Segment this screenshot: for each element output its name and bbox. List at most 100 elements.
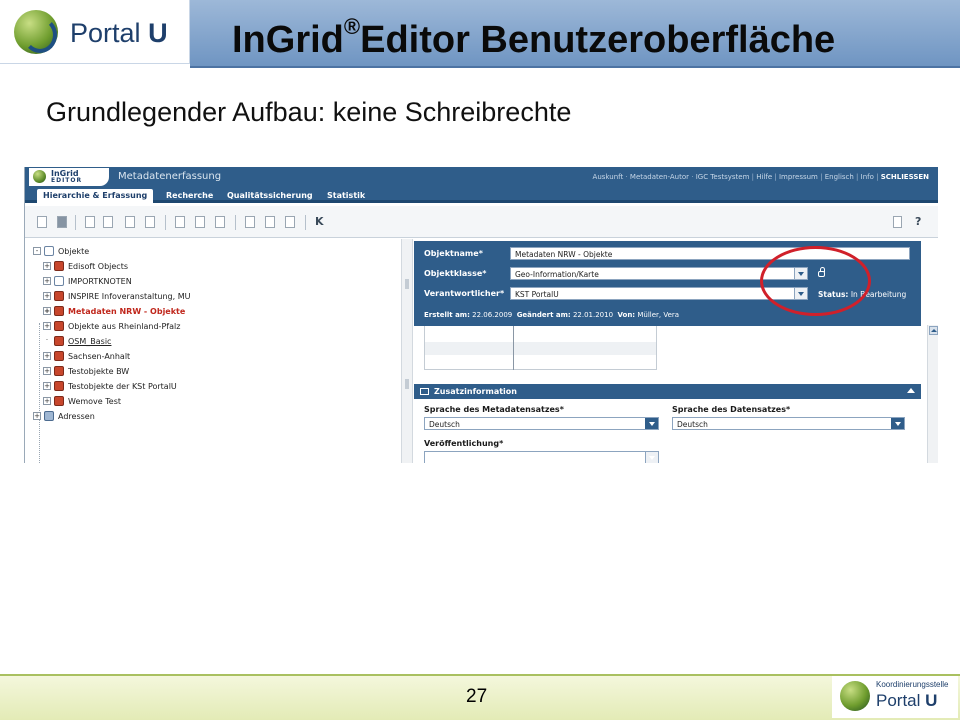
link-igc-testsystem[interactable]: IGC Testsystem bbox=[696, 173, 750, 181]
chevron-down-icon[interactable] bbox=[891, 418, 904, 429]
chevron-down-icon[interactable] bbox=[645, 452, 658, 463]
new-object-icon[interactable] bbox=[37, 216, 47, 228]
document-icon bbox=[44, 246, 54, 256]
app-header: InGrid EDITOR Metadatenerfassung Auskunf… bbox=[25, 167, 938, 187]
final-save-icon[interactable] bbox=[195, 216, 205, 228]
top-links: Auskunft · Metadaten-Autor · IGC Testsys… bbox=[592, 173, 929, 181]
panel-splitter[interactable] bbox=[401, 239, 413, 463]
link-auskunft[interactable]: Auskunft bbox=[593, 173, 624, 181]
objektklasse-label: Objektklasse* bbox=[424, 269, 487, 278]
folder-icon bbox=[54, 381, 64, 391]
splitter-grip bbox=[405, 279, 409, 289]
folder-icon bbox=[54, 261, 64, 271]
splitter-grip bbox=[405, 379, 409, 389]
tree-node[interactable]: + Wemove Test bbox=[43, 394, 121, 408]
folder-icon bbox=[54, 336, 64, 346]
ingrid-editor-logo: InGrid EDITOR bbox=[29, 168, 109, 186]
toolbar-separator bbox=[75, 215, 76, 230]
collapse-icon[interactable] bbox=[907, 388, 915, 393]
link-metadaten-autor[interactable]: Metadaten-Autor bbox=[630, 173, 689, 181]
print-icon[interactable] bbox=[893, 216, 902, 228]
new-folder-icon[interactable] bbox=[57, 216, 67, 228]
toolbar-separator bbox=[235, 215, 236, 230]
section-zusatzinformation[interactable]: Zusatzinformation bbox=[414, 384, 921, 399]
folder-icon bbox=[54, 366, 64, 376]
tab-hierarchie-erfassung[interactable]: Hierarchie & Erfassung bbox=[37, 189, 154, 203]
undo-icon[interactable] bbox=[215, 216, 225, 228]
help-icon[interactable]: ? bbox=[915, 215, 921, 228]
tree-node[interactable]: + Objekte aus Rheinland-Pfalz bbox=[43, 319, 180, 333]
link-impressum[interactable]: Impressum bbox=[779, 173, 818, 181]
tree-node[interactable]: + IMPORTKNOTEN bbox=[43, 274, 132, 288]
module-title: Metadatenerfassung bbox=[118, 171, 222, 182]
tree-node-adressen[interactable]: + Adressen bbox=[33, 409, 95, 423]
paste-icon[interactable] bbox=[145, 216, 155, 228]
globe-icon bbox=[840, 681, 870, 711]
publication-label: Veröffentlichung* bbox=[424, 439, 504, 448]
link-englisch[interactable]: Englisch bbox=[825, 173, 854, 181]
link-hilfe[interactable]: Hilfe bbox=[756, 173, 772, 181]
objektname-label: Objektname* bbox=[424, 249, 483, 258]
link-schliessen[interactable]: SCHLIESSEN bbox=[881, 173, 929, 181]
tree-node[interactable]: + INSPIRE Infoveranstaltung, MU bbox=[43, 289, 190, 303]
page-number: 27 bbox=[466, 686, 488, 707]
portalu-logo-text: Portal U bbox=[70, 18, 168, 48]
created-changed-info: Erstellt am: 22.06.2009 Geändert am: 22.… bbox=[424, 311, 680, 319]
slide-title: InGrid®Editor Benutzeroberfläche bbox=[232, 14, 836, 61]
object-header: Objektname* Metadaten NRW - Objekte Obje… bbox=[414, 241, 921, 326]
scroll-up-icon[interactable] bbox=[929, 326, 938, 335]
toolbar-separator bbox=[165, 215, 166, 230]
column-divider bbox=[513, 326, 514, 370]
annotation-circle bbox=[760, 246, 871, 316]
toolbar: K ? bbox=[25, 206, 938, 238]
tab-recherche[interactable]: Recherche bbox=[160, 189, 219, 203]
folder-icon bbox=[54, 351, 64, 361]
metadata-language-label: Sprache des Metadatensatzes* bbox=[424, 405, 564, 414]
ingrid-editor-screenshot: InGrid EDITOR Metadatenerfassung Auskunf… bbox=[24, 167, 938, 463]
folder-icon bbox=[54, 396, 64, 406]
folder-icon bbox=[54, 291, 64, 301]
preview-icon[interactable] bbox=[85, 216, 95, 228]
object-detail-panel: Objektname* Metadaten NRW - Objekte Obje… bbox=[414, 239, 938, 463]
chevron-down-icon[interactable] bbox=[645, 418, 658, 429]
slide-subtitle: Grundlegender Aufbau: keine Schreibrecht… bbox=[46, 97, 572, 127]
section-icon bbox=[420, 388, 429, 395]
delete-icon[interactable] bbox=[265, 216, 275, 228]
folder-icon bbox=[54, 306, 64, 316]
metadata-language-select[interactable]: Deutsch bbox=[424, 417, 659, 430]
globe-icon bbox=[14, 10, 58, 54]
tree-node-selected[interactable]: + Metadaten NRW - Objekte bbox=[43, 304, 185, 318]
tree-node[interactable]: + Sachsen-Anhalt bbox=[43, 349, 130, 363]
tree-node[interactable]: · OSM_Basic bbox=[43, 334, 111, 348]
footer-portalu-logo: Koordinierungsstelle Portal U bbox=[832, 676, 958, 718]
cut-icon[interactable] bbox=[125, 216, 135, 228]
verantwortlicher-label: Verantwortlicher* bbox=[424, 289, 505, 298]
tree-node[interactable]: + Testobjekte der KSt PortalU bbox=[43, 379, 177, 393]
document-icon bbox=[54, 276, 64, 286]
first-page-icon[interactable]: K bbox=[315, 215, 324, 228]
folder-icon bbox=[54, 321, 64, 331]
tab-statistik[interactable]: Statistik bbox=[321, 189, 371, 203]
link-info[interactable]: Info bbox=[861, 173, 874, 181]
show-changes-icon[interactable] bbox=[285, 216, 295, 228]
globe-icon bbox=[33, 170, 46, 183]
vertical-scrollbar[interactable] bbox=[927, 325, 938, 463]
data-language-label: Sprache des Datensatzes* bbox=[672, 405, 791, 414]
copy-icon[interactable] bbox=[103, 216, 113, 228]
publication-select[interactable] bbox=[424, 451, 659, 463]
discard-icon[interactable] bbox=[245, 216, 255, 228]
portalu-logo: Portal U bbox=[0, 0, 190, 64]
tab-qualitaetssicherung[interactable]: Qualitätssicherung bbox=[221, 189, 319, 203]
tree-node[interactable]: + Testobjekte BW bbox=[43, 364, 129, 378]
tree-connector bbox=[39, 323, 40, 463]
data-language-select[interactable]: Deutsch bbox=[672, 417, 905, 430]
data-grid bbox=[424, 326, 657, 370]
tree-node[interactable]: + Edisoft Objects bbox=[43, 259, 128, 273]
toolbar-separator bbox=[305, 215, 306, 230]
main-tabs: Hierarchie & Erfassung Recherche Qualitä… bbox=[25, 187, 938, 203]
address-book-icon bbox=[44, 411, 54, 421]
tree-node-objekte[interactable]: - Objekte bbox=[33, 244, 89, 258]
save-icon[interactable] bbox=[175, 216, 185, 228]
table-row bbox=[425, 342, 656, 355]
object-tree: - Objekte + Edisoft Objects + IMPORTKNOTEN … bbox=[25, 239, 401, 463]
